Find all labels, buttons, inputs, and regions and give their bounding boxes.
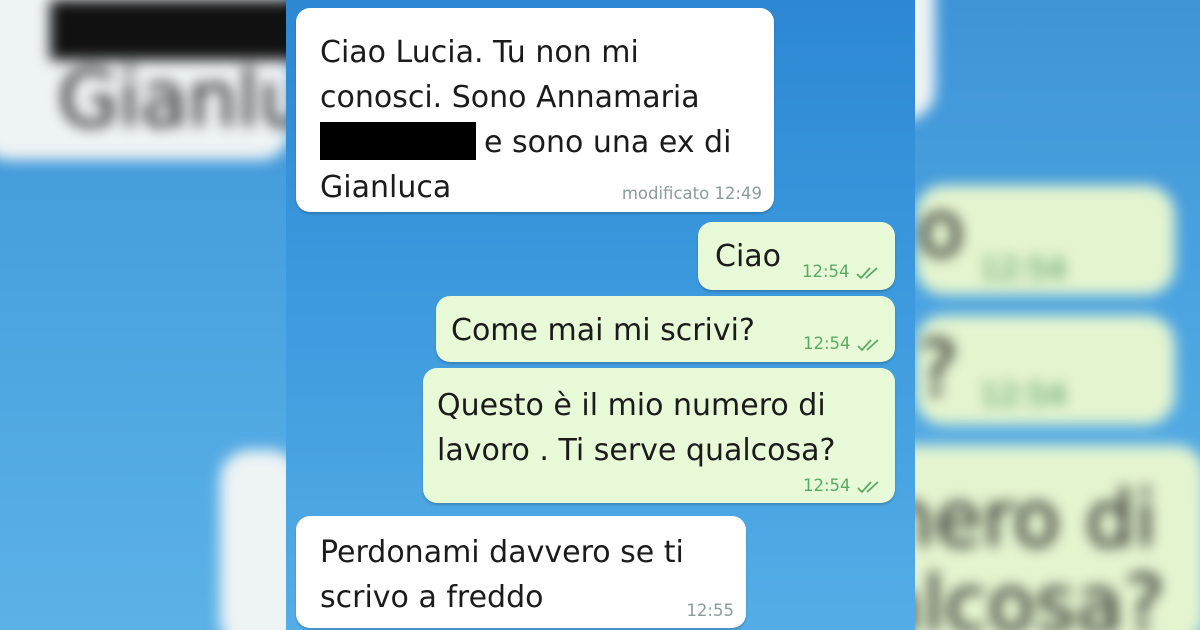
message-text-line: Gianluca: [320, 170, 452, 205]
incoming-message-bubble[interactable]: Perdonami davvero se ti scrivo a freddo …: [296, 516, 746, 628]
blurred-time: 12:54: [980, 252, 1067, 287]
outgoing-message-bubble[interactable]: Come mai mi scrivi? 12:54: [436, 296, 895, 362]
blurred-redaction: [50, 0, 300, 60]
message-time: 12:54: [802, 262, 882, 281]
redacted-surname-block: [320, 121, 476, 160]
blurred-name-text: Gianluc: [58, 55, 300, 145]
blurred-text: alcosa?: [915, 560, 1165, 630]
blurred-text: o: [917, 185, 965, 275]
chat-conversation[interactable]: Ciao Lucia. Tu non mi conosci. Sono Anna…: [286, 0, 915, 630]
message-text-line: Ciao Lucia. Tu non mi: [320, 35, 639, 70]
blurred-bubble: [915, 0, 935, 120]
message-text-line: conosci. Sono Annamaria: [320, 80, 700, 115]
message-text-line: Ciao: [715, 239, 782, 274]
message-text-line: lavoro . Ti serve qualcosa?: [437, 433, 836, 468]
message-text-line: e sono una ex di: [320, 120, 731, 165]
blurred-backdrop-left: Gianluc: [0, 0, 300, 630]
message-time-text: 12:54: [802, 262, 850, 281]
blurred-time: 12:54: [980, 378, 1067, 413]
double-check-icon: [855, 266, 878, 279]
message-time: 12:55: [686, 601, 734, 620]
message-text-line: scrivo a freddo: [320, 580, 544, 615]
outgoing-message-bubble[interactable]: Ciao 12:54: [698, 222, 895, 290]
message-text-fragment: e sono una ex di: [484, 125, 732, 160]
double-check-icon: [856, 480, 879, 493]
message-time: 12:54: [803, 476, 883, 495]
message-time-text: 12:54: [803, 476, 851, 495]
incoming-message-bubble[interactable]: Ciao Lucia. Tu non mi conosci. Sono Anna…: [296, 8, 774, 212]
outgoing-message-bubble[interactable]: Questo è il mio numero di lavoro . Ti se…: [423, 368, 895, 503]
message-text-line: Perdonami davvero se ti: [320, 535, 684, 570]
blurred-backdrop-right: o 12:54 ? 12:54 nero di alcosa?: [915, 0, 1200, 630]
blurred-text: ?: [917, 325, 959, 415]
message-text-line: Questo è il mio numero di: [437, 388, 826, 423]
double-check-icon: [856, 338, 879, 351]
message-text-line: Come mai mi scrivi?: [451, 313, 755, 348]
message-time-text: 12:54: [803, 334, 851, 353]
message-time: 12:54: [803, 334, 883, 353]
message-edited-time: modificato 12:49: [621, 184, 762, 203]
blurred-text: nero di: [915, 475, 1157, 565]
